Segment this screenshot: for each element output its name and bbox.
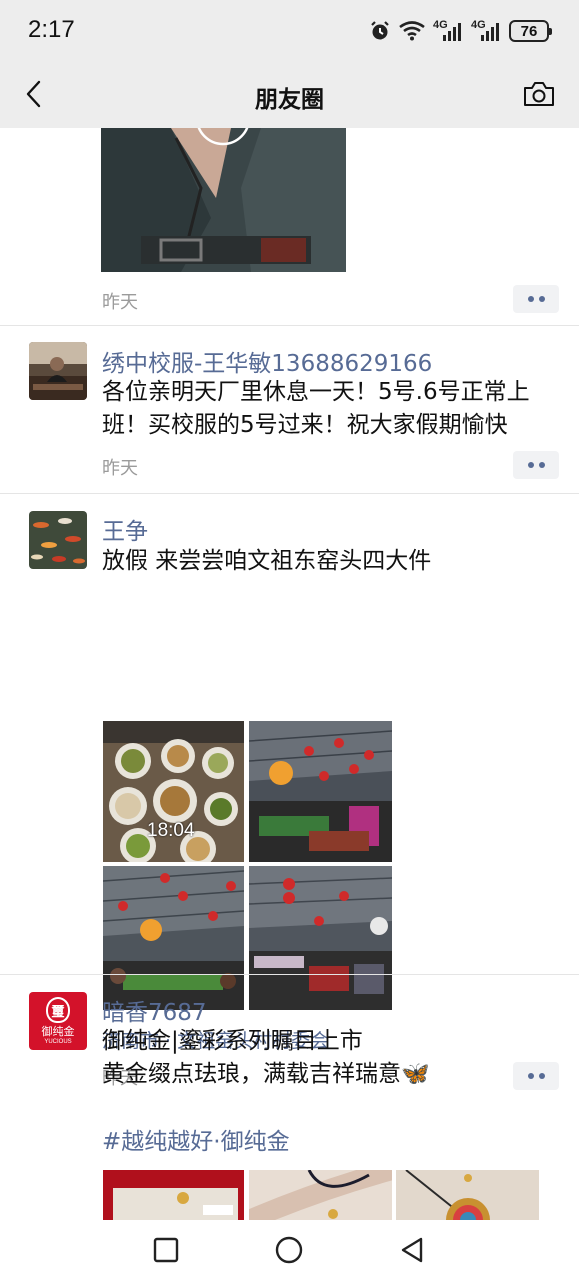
post-text-line: 放假 来尝尝咱文祖东窑头四大件 (102, 548, 432, 574)
avatar[interactable] (29, 342, 87, 400)
post-text-line: 各位亲明天厂里休息一天！5号.6号正常上 (102, 379, 530, 405)
post-text-line: 黄金缀点珐琅，满载吉祥瑞意🦋 (102, 1061, 430, 1087)
post-time: 昨天 (102, 292, 138, 313)
jewelry-photo-image (103, 1170, 244, 1220)
nav-bar: 朋友圈 (0, 62, 579, 128)
moment-post: 昨天 (0, 128, 579, 326)
dot-icon (538, 296, 545, 302)
status-time: 2:17 (28, 16, 75, 43)
post-hashtag[interactable]: #越纯越好·御纯金 (102, 1122, 290, 1156)
alarm-icon (371, 21, 389, 40)
avatar[interactable] (29, 511, 87, 569)
post-text-line: 班！买校服的5号过来！祝大家假期愉快 (102, 412, 508, 438)
status-icons: 4G 4G 76 (369, 18, 552, 44)
post-time: 昨天 (102, 458, 138, 479)
hall-photo-image (249, 721, 392, 862)
moment-post: 璽 御纯金 YUCIOUS 暗香7687 御纯金|鎏彩系列瞩目上市 黄金缀点珐琅… (0, 975, 579, 1220)
page-title: 朋友圈 (255, 87, 324, 113)
wifi-icon (399, 21, 425, 41)
avatar-brand-name: 御纯金 (41, 1025, 75, 1038)
more-button[interactable] (513, 285, 559, 313)
moment-post: 王争 放假 来尝尝咱文祖东窑头四大件 18:04 济南市 · 文祖窑头村村委会 … (0, 494, 579, 1090)
system-navigation-bar (0, 1220, 579, 1280)
post-photo[interactable] (101, 128, 346, 272)
circle-icon (275, 1236, 303, 1264)
system-back-button[interactable] (396, 1234, 428, 1266)
post-photo[interactable] (249, 721, 392, 862)
post-photo[interactable]: 18:04 (103, 721, 244, 862)
avatar-brand-latin: YUCIOUS (44, 1039, 72, 1045)
dot-icon (538, 462, 545, 468)
coat-photo-image (101, 128, 346, 272)
avatar-image (29, 342, 87, 400)
square-icon (153, 1237, 179, 1263)
camera-button[interactable] (521, 76, 557, 112)
moment-post: 绣中校服-王华敏13688629166 各位亲明天厂里休息一天！5号.6号正常上… (0, 326, 579, 494)
post-author[interactable]: 王争 (102, 512, 148, 546)
jewelry-photo-image (396, 1170, 539, 1220)
dot-icon (527, 296, 534, 302)
post-author[interactable]: 暗香7687 (102, 993, 207, 1027)
triangle-back-icon (401, 1237, 423, 1263)
post-photo[interactable] (249, 1170, 392, 1220)
status-bar: 2:17 4G 4G 76 (0, 0, 579, 62)
photo-timestamp-overlay: 18:04 (147, 820, 195, 841)
signal-2-icon: 4G (471, 19, 501, 43)
post-photo[interactable] (396, 1170, 539, 1220)
jewelry-photo-image (249, 1170, 392, 1220)
brand-logo-icon: 璽 (46, 997, 70, 1023)
moments-feed[interactable]: 昨天 绣中校服-王华敏13688629166 各位亲明天厂里休息一天！5号.6号… (0, 128, 579, 1220)
signal-1-icon: 4G (433, 19, 463, 43)
home-button[interactable] (273, 1234, 305, 1266)
post-author[interactable]: 绣中校服-王华敏13688629166 (102, 344, 432, 378)
camera-icon (524, 82, 554, 106)
post-text-line: 御纯金|鎏彩系列瞩目上市 (102, 1028, 363, 1054)
recent-apps-button[interactable] (150, 1234, 182, 1266)
more-button[interactable] (513, 451, 559, 479)
dot-icon (527, 462, 534, 468)
battery-icon: 76 (509, 20, 552, 42)
post-photo[interactable] (103, 1170, 244, 1220)
battery-level: 76 (520, 22, 538, 40)
avatar-image (29, 511, 87, 569)
avatar[interactable]: 璽 御纯金 YUCIOUS (29, 992, 87, 1050)
